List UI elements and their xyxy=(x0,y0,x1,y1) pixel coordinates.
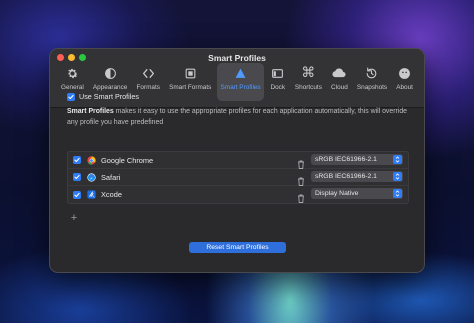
reset-smart-profiles-button[interactable]: Reset Smart Profiles xyxy=(189,242,286,253)
profile-select[interactable]: Display Native xyxy=(311,188,403,199)
tab-snapshots[interactable]: Snapshots xyxy=(354,63,390,101)
description-text: makes it easy to use the appropriate pro… xyxy=(67,108,407,126)
smart-profiles-description: Smart Profiles makes it easy to use the … xyxy=(67,106,412,128)
tab-cloud[interactable]: Cloud xyxy=(328,63,351,101)
tab-about[interactable]: About xyxy=(393,63,416,101)
formats-icon xyxy=(140,65,156,81)
chevron-updown-icon xyxy=(393,155,402,164)
app-profile-list: Google Chrome sRGB IEC61966-2.1 Safari s… xyxy=(67,151,409,204)
smart-profiles-icon xyxy=(233,65,249,81)
profile-select-value: Display Native xyxy=(315,190,359,197)
appearance-icon xyxy=(102,65,118,81)
tab-smart-formats-label: Smart Formats xyxy=(169,84,212,91)
app-name: Google Chrome xyxy=(101,155,154,165)
tab-dock-label: Dock xyxy=(270,84,286,91)
trash-icon[interactable] xyxy=(297,156,305,169)
command-icon: ⌘ xyxy=(301,65,316,81)
list-item: Google Chrome sRGB IEC61966-2.1 xyxy=(68,152,408,169)
app-name: Safari xyxy=(101,172,121,182)
dock-icon xyxy=(270,65,286,81)
profile-select-value: sRGB IEC61966-2.1 xyxy=(315,173,377,180)
chevron-updown-icon xyxy=(393,189,402,198)
app-enabled-checkbox[interactable] xyxy=(73,156,81,164)
chevron-updown-icon xyxy=(393,172,402,181)
xcode-icon xyxy=(87,190,96,199)
checkmark-icon xyxy=(68,94,74,99)
preferences-window: Smart Profiles General Appearance Format… xyxy=(49,48,425,273)
trash-icon[interactable] xyxy=(297,173,305,186)
tab-cloud-label: Cloud xyxy=(331,84,348,91)
snapshots-icon xyxy=(364,65,380,81)
profile-select[interactable]: sRGB IEC61966-2.1 xyxy=(311,171,403,182)
app-name: Xcode xyxy=(101,190,122,199)
cloud-icon xyxy=(331,65,347,81)
gear-icon xyxy=(64,65,80,81)
description-bold: Smart Profiles xyxy=(67,108,114,115)
profile-select-value: sRGB IEC61966-2.1 xyxy=(315,156,377,163)
window-title: Smart Profiles xyxy=(208,53,266,63)
app-enabled-checkbox[interactable] xyxy=(73,190,81,199)
profile-select[interactable]: sRGB IEC61966-2.1 xyxy=(311,154,403,165)
app-enabled-checkbox[interactable] xyxy=(73,173,81,181)
tab-appearance-label: Appearance xyxy=(92,84,128,91)
tab-about-label: About xyxy=(396,84,413,91)
use-smart-profiles-checkbox[interactable] xyxy=(67,92,75,101)
use-smart-profiles-label: Use Smart Profiles xyxy=(79,92,139,101)
trash-icon[interactable] xyxy=(297,190,305,203)
checkmark-icon xyxy=(74,192,80,197)
chrome-icon xyxy=(87,155,96,165)
tab-smart-formats[interactable]: Smart Formats xyxy=(166,63,214,101)
add-app-button[interactable]: + xyxy=(68,212,80,224)
tab-smart-profiles[interactable]: Smart Profiles xyxy=(217,63,264,101)
tab-dock[interactable]: Dock xyxy=(267,63,289,101)
checkmark-icon xyxy=(74,174,80,180)
tab-shortcuts[interactable]: ⌘ Shortcuts xyxy=(292,63,325,101)
checkmark-icon xyxy=(74,157,80,163)
about-icon xyxy=(397,65,413,81)
tab-smart-profiles-label: Smart Profiles xyxy=(220,84,261,91)
tab-formats-label: Formats xyxy=(136,84,160,91)
use-smart-profiles-row: Use Smart Profiles xyxy=(67,92,139,101)
tab-shortcuts-label: Shortcuts xyxy=(294,84,322,91)
list-item: Safari sRGB IEC61966-2.1 xyxy=(68,169,408,186)
smart-formats-icon xyxy=(182,65,198,81)
list-item: Xcode Display Native xyxy=(68,186,408,203)
tab-general-label: General xyxy=(61,84,84,91)
tab-snapshots-label: Snapshots xyxy=(356,84,388,91)
safari-icon xyxy=(87,172,96,182)
